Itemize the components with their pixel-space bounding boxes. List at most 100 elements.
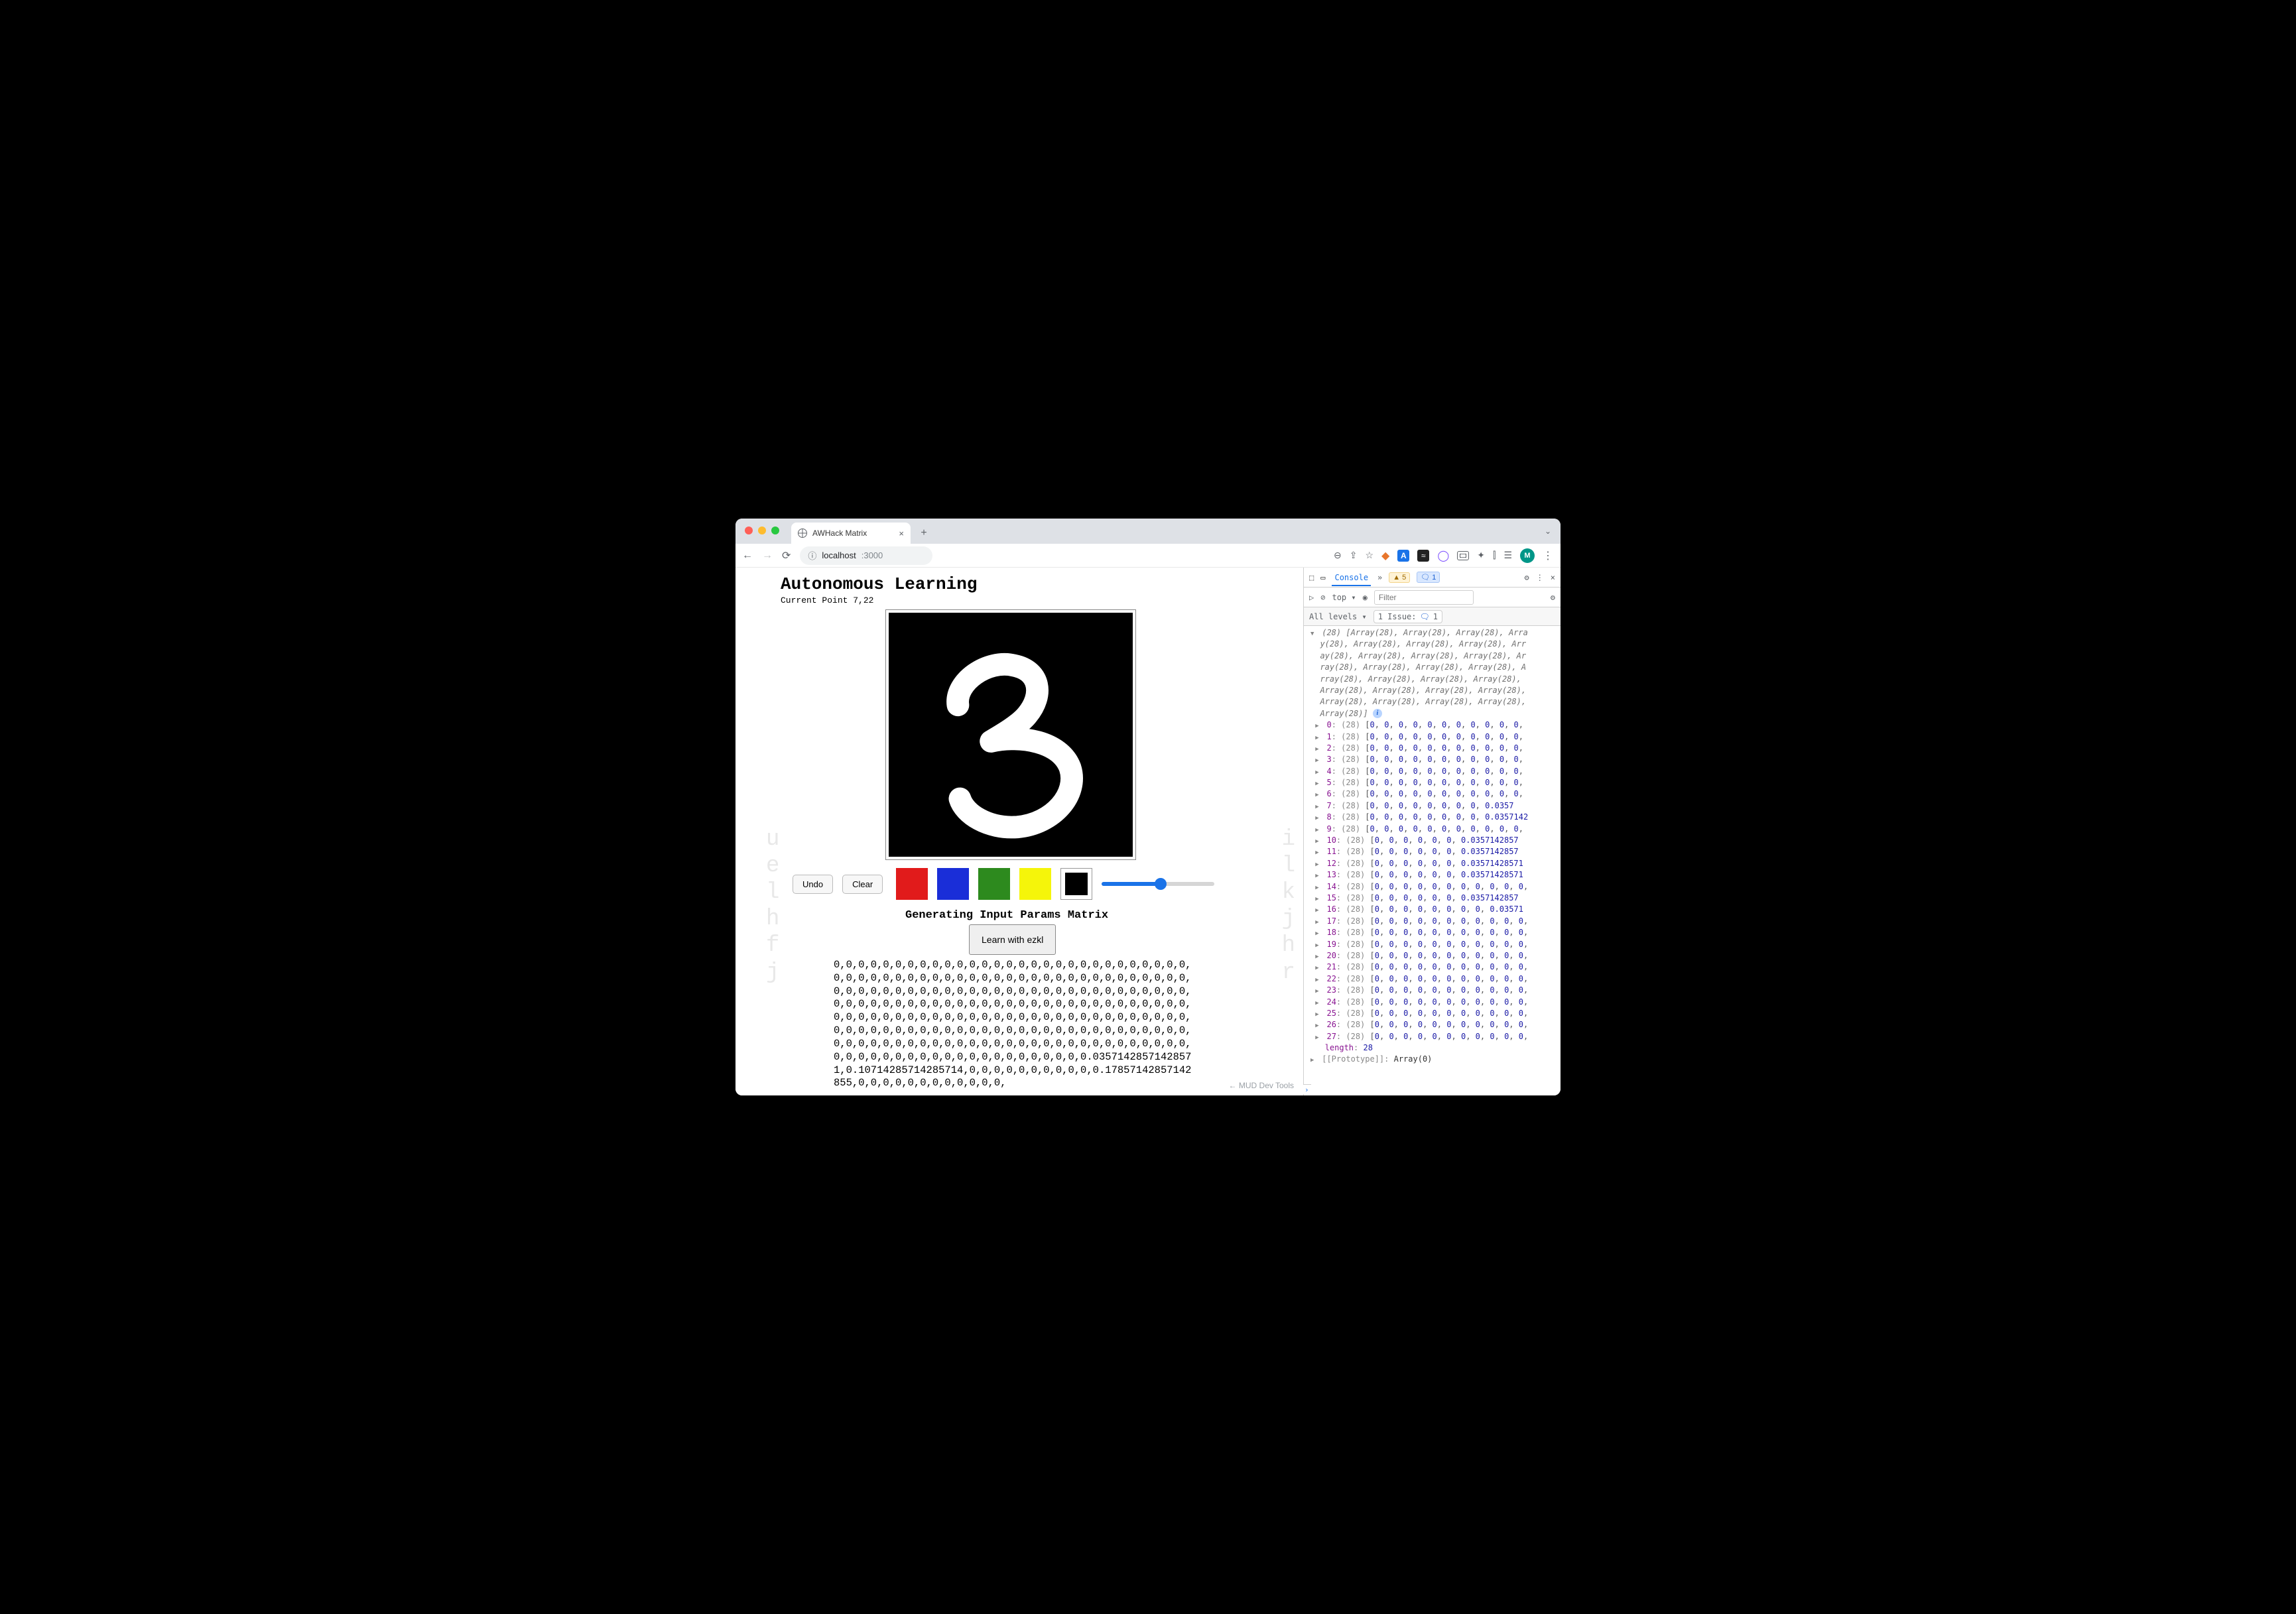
log-levels-select[interactable]: All levels ▾: [1309, 612, 1367, 621]
console-context-select[interactable]: top ▾: [1332, 593, 1356, 602]
console-array-row[interactable]: ▶ 23: (28) [0, 0, 0, 0, 0, 0, 0, 0, 0, 0…: [1310, 985, 1557, 996]
console-array-row[interactable]: ▶ 12: (28) [0, 0, 0, 0, 0, 0, 0.03571428…: [1310, 858, 1557, 869]
console-array-row[interactable]: ▶ 21: (28) [0, 0, 0, 0, 0, 0, 0, 0, 0, 0…: [1310, 962, 1557, 973]
side-panel-icon[interactable]: ⫿: [1493, 550, 1496, 561]
profile-avatar[interactable]: M: [1520, 548, 1535, 563]
brush-size-slider[interactable]: [1102, 877, 1214, 891]
address-bar[interactable]: ⓘ localhost :3000: [800, 546, 932, 565]
console-array-row[interactable]: ▶ 18: (28) [0, 0, 0, 0, 0, 0, 0, 0, 0, 0…: [1310, 927, 1557, 938]
console-array-summary: rray(28), Array(28), Array(28), Array(28…: [1310, 674, 1557, 685]
mud-dev-tools-link[interactable]: ← MUD Dev Tools: [1229, 1081, 1294, 1090]
ghost-letters-left: u e l h f j: [766, 826, 779, 986]
color-swatch-selected-frame: [1060, 868, 1092, 900]
color-swatch-blue[interactable]: [937, 868, 969, 900]
drawing-canvas-frame: [885, 609, 1136, 860]
page-title: Autonomous Learning: [781, 574, 1303, 594]
tabs-overflow-icon[interactable]: ⌄: [1545, 527, 1551, 536]
inspect-element-icon[interactable]: ⬚: [1309, 573, 1314, 582]
close-tab-icon[interactable]: ×: [899, 528, 904, 538]
forward-icon[interactable]: →: [762, 549, 773, 562]
console-array-row[interactable]: ▶ 16: (28) [0, 0, 0, 0, 0, 0, 0, 0, 0.03…: [1310, 904, 1557, 915]
console-array-row[interactable]: ▶ 4: (28) [0, 0, 0, 0, 0, 0, 0, 0, 0, 0,…: [1310, 766, 1557, 777]
console-filter-input[interactable]: [1374, 590, 1474, 605]
issues-pill[interactable]: 1 Issue: 🗨 1: [1373, 610, 1442, 623]
console-array-row[interactable]: ▶ 1: (28) [0, 0, 0, 0, 0, 0, 0, 0, 0, 0,…: [1310, 731, 1557, 743]
console-array-summary: y(28), Array(28), Array(28), Array(28), …: [1310, 639, 1557, 650]
console-subbar: All levels ▾ 1 Issue: 🗨 1: [1304, 607, 1561, 626]
color-swatch-yellow[interactable]: [1019, 868, 1051, 900]
color-swatch-green[interactable]: [978, 868, 1010, 900]
site-info-icon[interactable]: ⓘ: [808, 549, 816, 562]
warnings-badge[interactable]: ▲ 5: [1389, 572, 1410, 583]
console-array-summary: ▼ (28) [Array(28), Array(28), Array(28),…: [1310, 627, 1557, 639]
console-array-row[interactable]: ▶ 3: (28) [0, 0, 0, 0, 0, 0, 0, 0, 0, 0,…: [1310, 754, 1557, 765]
devtools-drawer-toggle[interactable]: ›: [1303, 1084, 1311, 1094]
console-array-row[interactable]: ▶ 0: (28) [0, 0, 0, 0, 0, 0, 0, 0, 0, 0,…: [1310, 719, 1557, 731]
console-array-row[interactable]: ▶ 5: (28) [0, 0, 0, 0, 0, 0, 0, 0, 0, 0,…: [1310, 777, 1557, 788]
console-array-row[interactable]: ▶ 9: (28) [0, 0, 0, 0, 0, 0, 0, 0, 0, 0,…: [1310, 824, 1557, 835]
learn-ezkl-button[interactable]: Learn with ezkl: [969, 924, 1056, 955]
minimize-window-icon[interactable]: [758, 527, 766, 534]
devtools-close-icon[interactable]: ×: [1551, 573, 1555, 582]
console-settings-icon[interactable]: ⚙: [1551, 593, 1555, 602]
extension-a-icon[interactable]: A: [1397, 550, 1409, 562]
url-host: localhost: [822, 550, 856, 560]
devtools-tab-console[interactable]: Console: [1332, 569, 1371, 586]
console-array-row[interactable]: ▶ 2: (28) [0, 0, 0, 0, 0, 0, 0, 0, 0, 0,…: [1310, 743, 1557, 754]
extension-loom-icon[interactable]: ◯: [1437, 549, 1449, 562]
devtools-menu-icon[interactable]: ⋮: [1536, 573, 1544, 582]
reading-list-icon[interactable]: ☰: [1503, 550, 1512, 561]
zoom-icon[interactable]: ⊖: [1334, 550, 1342, 561]
reload-icon[interactable]: ⟳: [782, 549, 791, 562]
tool-row: Undo Clear: [793, 868, 1303, 900]
new-tab-button[interactable]: +: [915, 524, 933, 542]
console-array-row[interactable]: ▶ 25: (28) [0, 0, 0, 0, 0, 0, 0, 0, 0, 0…: [1310, 1008, 1557, 1019]
console-array-row[interactable]: ▶ 15: (28) [0, 0, 0, 0, 0, 0, 0.03571428…: [1310, 893, 1557, 904]
devtools-settings-icon[interactable]: ⚙: [1525, 573, 1529, 582]
console-array-row[interactable]: ▶ 7: (28) [0, 0, 0, 0, 0, 0, 0, 0, 0.035…: [1310, 800, 1557, 812]
console-array-row[interactable]: ▶ 27: (28) [0, 0, 0, 0, 0, 0, 0, 0, 0, 0…: [1310, 1031, 1557, 1042]
console-array-row[interactable]: ▶ 22: (28) [0, 0, 0, 0, 0, 0, 0, 0, 0, 0…: [1310, 973, 1557, 985]
console-output[interactable]: ▼ (28) [Array(28), Array(28), Array(28),…: [1304, 626, 1561, 1095]
fullscreen-window-icon[interactable]: [771, 527, 779, 534]
console-array-row[interactable]: ▶ 11: (28) [0, 0, 0, 0, 0, 0, 0.03571428…: [1310, 846, 1557, 857]
drawing-canvas[interactable]: [889, 613, 1133, 857]
back-icon[interactable]: ←: [742, 549, 753, 562]
console-clear-icon[interactable]: ⊘: [1320, 593, 1325, 602]
color-swatch-black[interactable]: [1065, 873, 1088, 895]
url-port: :3000: [861, 550, 883, 560]
console-array-row[interactable]: ▶ 26: (28) [0, 0, 0, 0, 0, 0, 0, 0, 0, 0…: [1310, 1019, 1557, 1030]
console-array-row[interactable]: ▶ 10: (28) [0, 0, 0, 0, 0, 0, 0.03571428…: [1310, 835, 1557, 846]
browser-tab[interactable]: AWHack Matrix ×: [791, 523, 911, 544]
console-array-summary: Array(28), Array(28), Array(28), Array(2…: [1310, 696, 1557, 708]
bookmark-icon[interactable]: ☆: [1365, 550, 1373, 561]
prototype-row[interactable]: ▶ [[Prototype]]: Array(0): [1310, 1054, 1557, 1065]
console-array-row[interactable]: ▶ 20: (28) [0, 0, 0, 0, 0, 0, 0, 0, 0, 0…: [1310, 950, 1557, 962]
matrix-dump: 0,0,0,0,0,0,0,0,0,0,0,0,0,0,0,0,0,0,0,0,…: [834, 959, 1192, 1090]
messages-badge[interactable]: 🗨 1: [1417, 572, 1440, 583]
devtools-more-tabs-icon[interactable]: »: [1377, 573, 1382, 582]
device-toolbar-icon[interactable]: ▭: [1320, 573, 1325, 582]
devtools-tabbar: ⬚ ▭ Console » ▲ 5 🗨 1 ⚙ ⋮ ×: [1304, 568, 1561, 588]
close-window-icon[interactable]: [745, 527, 753, 534]
console-array-row[interactable]: ▶ 14: (28) [0, 0, 0, 0, 0, 0, 0, 0, 0, 0…: [1310, 881, 1557, 893]
undo-button[interactable]: Undo: [793, 875, 833, 894]
console-play-icon[interactable]: ▷: [1309, 593, 1314, 602]
color-swatch-red[interactable]: [896, 868, 928, 900]
console-array-row[interactable]: ▶ 17: (28) [0, 0, 0, 0, 0, 0, 0, 0, 0, 0…: [1310, 916, 1557, 927]
share-icon[interactable]: ⇪: [1350, 550, 1358, 561]
console-array-row[interactable]: ▶ 19: (28) [0, 0, 0, 0, 0, 0, 0, 0, 0, 0…: [1310, 939, 1557, 950]
clear-button[interactable]: Clear: [842, 875, 883, 894]
console-array-row[interactable]: ▶ 6: (28) [0, 0, 0, 0, 0, 0, 0, 0, 0, 0,…: [1310, 788, 1557, 800]
console-array-summary: Array(28), Array(28), Array(28), Array(2…: [1310, 685, 1557, 696]
devtools-panel: ⬚ ▭ Console » ▲ 5 🗨 1 ⚙ ⋮ × ▷ ⊘ top ▾ ◉: [1303, 568, 1561, 1095]
console-array-row[interactable]: ▶ 13: (28) [0, 0, 0, 0, 0, 0, 0.03571428…: [1310, 869, 1557, 881]
extensions-puzzle-icon[interactable]: ✦: [1477, 550, 1485, 561]
extension-wave-icon[interactable]: ≈: [1417, 550, 1429, 562]
extension-box-icon[interactable]: [1457, 551, 1469, 560]
live-expression-icon[interactable]: ◉: [1363, 593, 1368, 602]
console-array-row[interactable]: ▶ 24: (28) [0, 0, 0, 0, 0, 0, 0, 0, 0, 0…: [1310, 997, 1557, 1008]
browser-menu-icon[interactable]: ⋮: [1543, 549, 1554, 562]
console-array-row[interactable]: ▶ 8: (28) [0, 0, 0, 0, 0, 0, 0, 0, 0.035…: [1310, 812, 1557, 823]
extension-metamask-icon[interactable]: ◆: [1381, 549, 1389, 562]
